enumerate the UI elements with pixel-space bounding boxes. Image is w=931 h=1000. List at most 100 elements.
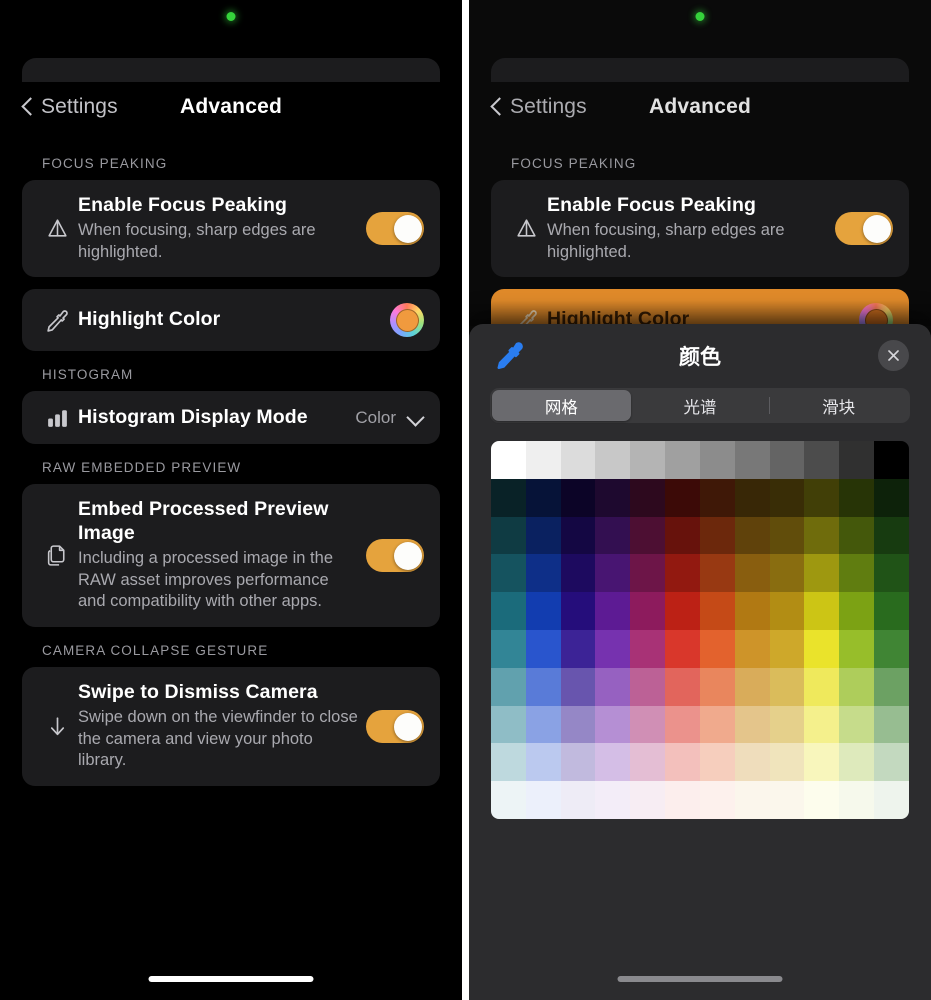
color-wheel-swatch[interactable]	[390, 303, 424, 338]
color-cell[interactable]	[769, 781, 805, 819]
color-cell[interactable]	[734, 441, 770, 479]
color-cell[interactable]	[491, 592, 526, 630]
color-cell[interactable]	[804, 705, 840, 744]
color-cell[interactable]	[630, 667, 666, 706]
color-cell[interactable]	[874, 705, 909, 744]
color-cell[interactable]	[630, 516, 666, 555]
tab-sliders[interactable]: 滑块	[769, 390, 908, 421]
row-highlight-color[interactable]: Highlight Color	[22, 289, 440, 352]
color-cell[interactable]	[665, 743, 700, 782]
color-cell[interactable]	[491, 667, 526, 706]
toggle-swipe-to-dismiss[interactable]	[366, 710, 424, 744]
tab-grid[interactable]: 网格	[492, 390, 631, 421]
color-cell[interactable]	[874, 516, 909, 555]
color-cell[interactable]	[839, 592, 875, 630]
color-cell[interactable]	[525, 478, 561, 517]
color-cell[interactable]	[665, 705, 700, 744]
color-cell[interactable]	[804, 478, 840, 517]
color-grid[interactable]	[491, 441, 909, 819]
color-cell[interactable]	[491, 705, 526, 744]
color-cell[interactable]	[839, 667, 875, 706]
color-cell[interactable]	[734, 629, 770, 668]
color-cell[interactable]	[874, 478, 909, 517]
color-cell[interactable]	[491, 478, 526, 517]
color-cell[interactable]	[734, 743, 770, 782]
color-cell[interactable]	[769, 516, 805, 555]
color-cell[interactable]	[525, 516, 561, 555]
color-cell[interactable]	[769, 743, 805, 782]
color-cell[interactable]	[560, 705, 596, 744]
color-cell[interactable]	[525, 441, 561, 479]
color-cell[interactable]	[804, 629, 840, 668]
color-cell[interactable]	[769, 705, 805, 744]
color-cell[interactable]	[839, 516, 875, 555]
color-cell[interactable]	[665, 441, 700, 479]
color-cell[interactable]	[769, 667, 805, 706]
color-cell[interactable]	[525, 592, 561, 630]
color-cell[interactable]	[560, 667, 596, 706]
color-cell[interactable]	[630, 629, 666, 668]
color-cell[interactable]	[839, 705, 875, 744]
color-cell[interactable]	[699, 667, 735, 706]
color-cell[interactable]	[804, 667, 840, 706]
color-cell[interactable]	[595, 478, 631, 517]
color-cell[interactable]	[804, 516, 840, 555]
toggle-enable-focus-peaking[interactable]	[835, 212, 893, 246]
color-cell[interactable]	[734, 516, 770, 555]
color-cell[interactable]	[734, 478, 770, 517]
color-cell[interactable]	[699, 781, 735, 819]
color-cell[interactable]	[630, 554, 666, 593]
color-cell[interactable]	[804, 743, 840, 782]
color-cell[interactable]	[560, 554, 596, 593]
close-icon[interactable]	[878, 340, 909, 371]
color-cell[interactable]	[804, 441, 840, 479]
color-cell[interactable]	[734, 592, 770, 630]
color-cell[interactable]	[699, 554, 735, 593]
color-cell[interactable]	[595, 516, 631, 555]
color-cell[interactable]	[699, 478, 735, 517]
color-cell[interactable]	[699, 592, 735, 630]
color-cell[interactable]	[734, 781, 770, 819]
color-cell[interactable]	[804, 554, 840, 593]
color-cell[interactable]	[525, 554, 561, 593]
color-cell[interactable]	[560, 781, 596, 819]
color-cell[interactable]	[874, 441, 909, 479]
row-embed-processed-preview-image[interactable]: Embed Processed Preview Image Including …	[22, 484, 440, 628]
color-cell[interactable]	[525, 781, 561, 819]
toggle-embed-processed-preview[interactable]	[366, 539, 424, 573]
color-cell[interactable]	[630, 592, 666, 630]
color-cell[interactable]	[699, 516, 735, 555]
color-cell[interactable]	[525, 743, 561, 782]
color-cell[interactable]	[560, 441, 596, 479]
color-cell[interactable]	[560, 516, 596, 555]
color-cell[interactable]	[630, 781, 666, 819]
color-cell[interactable]	[630, 478, 666, 517]
color-cell[interactable]	[595, 554, 631, 593]
color-cell[interactable]	[560, 478, 596, 517]
color-cell[interactable]	[491, 743, 526, 782]
color-cell[interactable]	[839, 478, 875, 517]
color-cell[interactable]	[630, 441, 666, 479]
color-cell[interactable]	[769, 554, 805, 593]
color-cell[interactable]	[595, 667, 631, 706]
color-cell[interactable]	[699, 629, 735, 668]
color-cell[interactable]	[595, 441, 631, 479]
color-cell[interactable]	[560, 592, 596, 630]
color-cell[interactable]	[839, 743, 875, 782]
color-cell[interactable]	[874, 554, 909, 593]
color-cell[interactable]	[630, 705, 666, 744]
color-cell[interactable]	[874, 629, 909, 668]
color-cell[interactable]	[491, 629, 526, 668]
color-cell[interactable]	[734, 554, 770, 593]
color-cell[interactable]	[665, 781, 700, 819]
color-cell[interactable]	[769, 592, 805, 630]
color-cell[interactable]	[595, 781, 631, 819]
color-cell[interactable]	[874, 592, 909, 630]
color-cell[interactable]	[874, 781, 909, 819]
row-enable-focus-peaking[interactable]: Enable Focus Peaking When focusing, shar…	[491, 180, 909, 278]
row-swipe-to-dismiss-camera[interactable]: Swipe to Dismiss Camera Swipe down on th…	[22, 667, 440, 787]
color-cell[interactable]	[839, 554, 875, 593]
color-cell[interactable]	[769, 441, 805, 479]
color-cell[interactable]	[769, 629, 805, 668]
color-cell[interactable]	[491, 441, 526, 479]
